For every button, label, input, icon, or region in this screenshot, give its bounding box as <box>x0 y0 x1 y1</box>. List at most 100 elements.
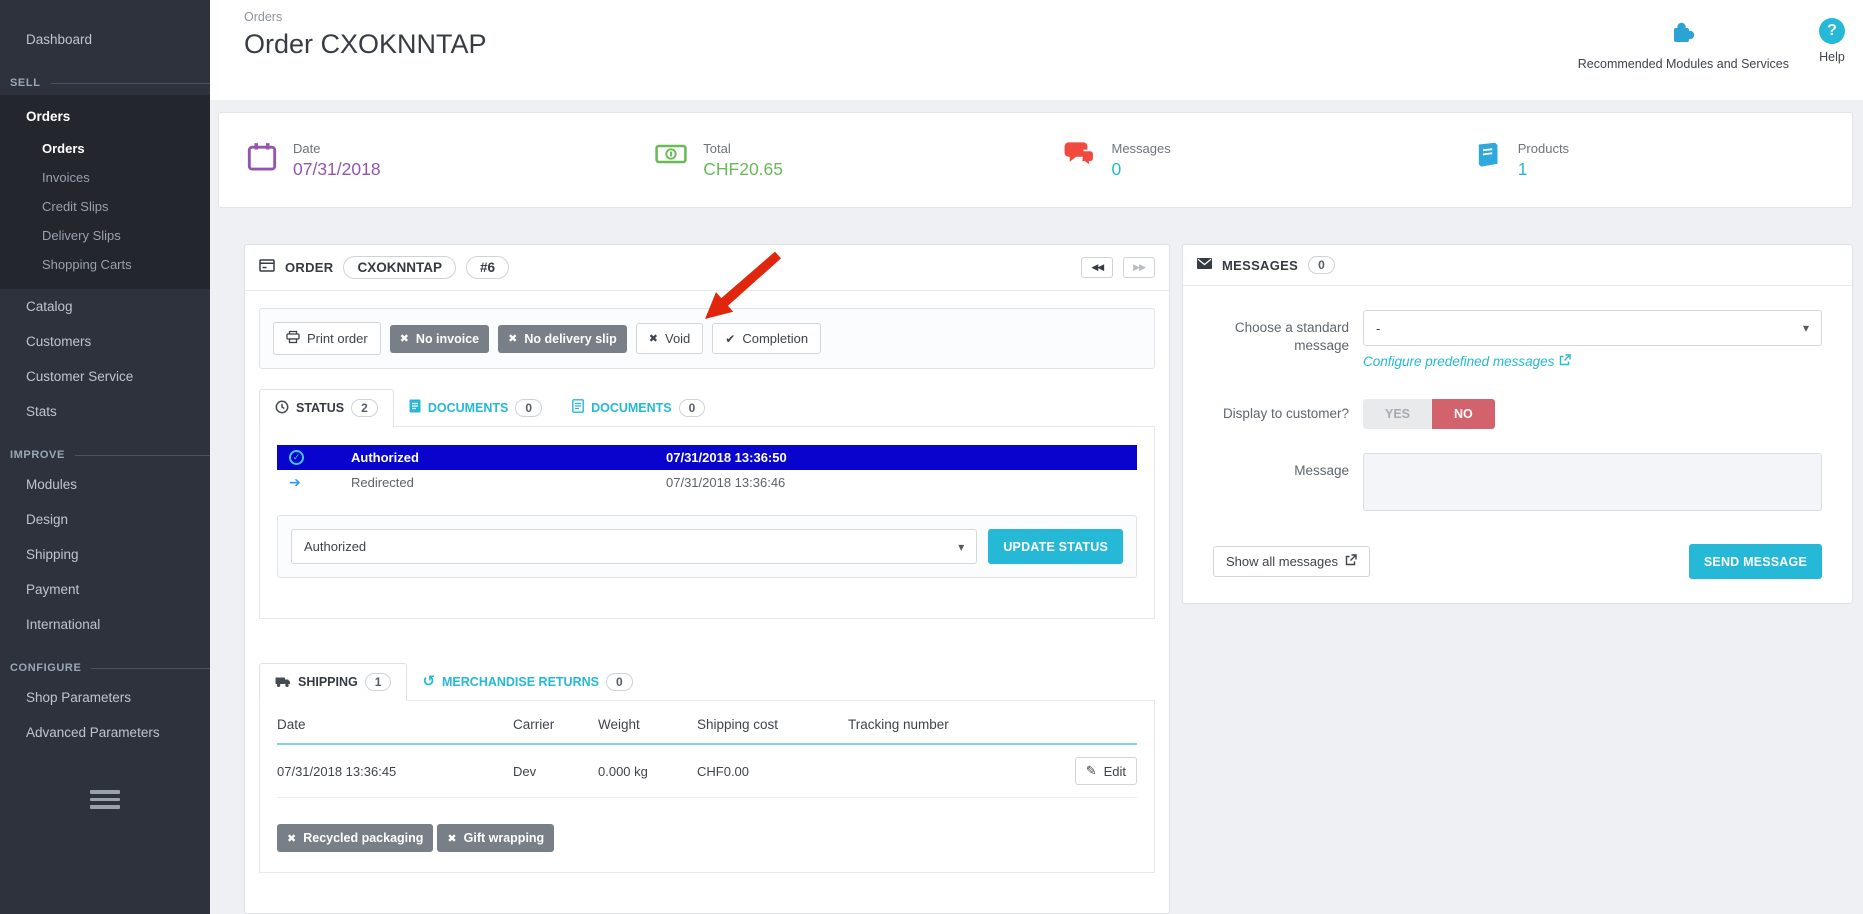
void-button[interactable]: ✖ Void <box>636 323 704 354</box>
messages-count-badge: 0 <box>1308 256 1335 274</box>
standard-message-select[interactable]: - ▾ <box>1363 310 1822 346</box>
toggle-yes[interactable]: YES <box>1363 399 1432 429</box>
sidebar: Dashboard SELL Orders Orders Invoices Cr… <box>0 0 210 914</box>
show-all-messages-button[interactable]: Show all messages <box>1213 546 1370 577</box>
collapse-menu-icon[interactable] <box>89 790 121 809</box>
sidebar-item-payment[interactable]: Payment <box>0 572 210 607</box>
sidebar-subitem-orders[interactable]: Orders <box>0 134 210 163</box>
truck-icon <box>275 674 291 691</box>
chevron-down-icon: ▾ <box>1803 321 1809 335</box>
recommended-modules-link[interactable]: Recommended Modules and Services <box>1578 18 1789 71</box>
document-outline-icon <box>572 399 584 416</box>
sidebar-subitem-delivery-slips[interactable]: Delivery Slips <box>0 221 210 250</box>
message-textarea[interactable] <box>1363 453 1822 511</box>
return-arrow-icon: ↺ <box>422 674 435 689</box>
configure-predefined-messages-link[interactable]: Configure predefined messages <box>1363 354 1571 369</box>
x-icon: ✖ <box>447 832 456 845</box>
shipping-cost: CHF0.00 <box>697 764 848 779</box>
pencil-icon: ✎ <box>1086 763 1097 779</box>
tab-documents-2[interactable]: DOCUMENTS 0 <box>557 389 720 426</box>
status-select[interactable]: Authorized ▾ <box>291 529 977 564</box>
recycled-packaging-badge: ✖ Recycled packaging <box>277 824 433 852</box>
shipping-carrier: Dev <box>513 764 598 779</box>
sidebar-item-customers[interactable]: Customers <box>0 324 210 359</box>
sidebar-item-orders[interactable]: Orders <box>0 99 210 134</box>
tab-merchandise-returns[interactable]: ↺ MERCHANDISE RETURNS 0 <box>407 663 647 700</box>
help-icon: ? <box>1819 18 1845 44</box>
sidebar-item-catalog[interactable]: Catalog <box>0 289 210 324</box>
print-order-button[interactable]: Print order <box>273 322 381 355</box>
divider <box>91 668 210 669</box>
next-order-button[interactable]: ▶▶ <box>1123 257 1155 278</box>
order-panel: ORDER CXOKNNTAP #6 ◀◀ ▶▶ Print order <box>244 244 1170 914</box>
puzzle-icon <box>1668 18 1698 51</box>
chat-bubbles-icon <box>1064 141 1096 174</box>
kpi-messages-value: 0 <box>1112 159 1171 180</box>
sidebar-section-sell: SELL <box>10 77 210 89</box>
page-header: Orders Order CXOKNNTAP Recommended Modul… <box>210 0 1863 100</box>
tab-status[interactable]: STATUS 2 <box>259 389 394 427</box>
banknote-icon <box>655 141 687 172</box>
shipping-date: 07/31/2018 13:36:45 <box>277 764 513 779</box>
edit-shipping-button[interactable]: ✎ Edit <box>1075 757 1137 785</box>
completion-button[interactable]: ✔ Completion <box>712 323 821 354</box>
sidebar-group-orders: Orders Orders Invoices Credit Slips Deli… <box>0 95 210 289</box>
shipping-weight: 0.000 kg <box>598 764 697 779</box>
order-actions-box: Print order ✖ No invoice ✖ No delivery s… <box>259 308 1155 369</box>
shipping-tab-content: Date Carrier Weight Shipping cost Tracki… <box>259 700 1155 873</box>
toggle-no[interactable]: NO <box>1432 399 1495 429</box>
documents-count-badge: 0 <box>515 399 542 417</box>
sidebar-subitem-shopping-carts[interactable]: Shopping Carts <box>0 250 210 279</box>
book-icon <box>1472 141 1502 174</box>
no-invoice-badge: ✖ No invoice <box>390 325 489 353</box>
shipping-table-row: 07/31/2018 13:36:45 Dev 0.000 kg CHF0.00… <box>277 745 1137 798</box>
messages-panel: MESSAGES 0 Choose a standard message - ▾… <box>1182 244 1853 604</box>
chevron-down-icon: ▾ <box>958 540 964 554</box>
tab-documents-1[interactable]: DOCUMENTS 0 <box>394 389 557 426</box>
display-to-customer-label: Display to customer? <box>1213 397 1363 429</box>
sidebar-item-shipping[interactable]: Shipping <box>0 537 210 572</box>
send-message-button[interactable]: SEND MESSAGE <box>1689 544 1822 579</box>
status-name: Authorized <box>351 450 666 465</box>
no-delivery-slip-badge: ✖ No delivery slip <box>498 325 627 353</box>
sidebar-item-shop-parameters[interactable]: Shop Parameters <box>0 680 210 715</box>
divider <box>51 83 210 84</box>
display-to-customer-toggle: YES NO <box>1363 399 1495 429</box>
sidebar-subitem-credit-slips[interactable]: Credit Slips <box>0 192 210 221</box>
sidebar-item-international[interactable]: International <box>0 607 210 642</box>
sidebar-item-design[interactable]: Design <box>0 502 210 537</box>
clock-icon <box>275 400 289 417</box>
status-tab-content: ✓ Authorized 07/31/2018 13:36:50 ➔ Redir… <box>259 426 1155 619</box>
kpi-date-value: 07/31/2018 <box>293 159 381 180</box>
x-icon: ✖ <box>400 332 409 345</box>
sidebar-item-stats[interactable]: Stats <box>0 394 210 429</box>
kpi-products: Products 1 <box>1444 141 1852 180</box>
documents-count-badge: 0 <box>679 399 706 417</box>
printer-icon <box>286 330 300 347</box>
messages-panel-title: MESSAGES <box>1222 258 1298 273</box>
previous-order-button[interactable]: ◀◀ <box>1081 257 1113 278</box>
sidebar-item-dashboard[interactable]: Dashboard <box>0 22 210 57</box>
sidebar-item-modules[interactable]: Modules <box>0 467 210 502</box>
status-date: 07/31/2018 13:36:50 <box>666 450 787 465</box>
calendar-icon <box>247 141 277 178</box>
standard-message-label: Choose a standard message <box>1213 310 1363 371</box>
envelope-icon <box>1197 256 1212 274</box>
shipping-table-header: Date Carrier Weight Shipping cost Tracki… <box>277 701 1137 745</box>
kpi-date: Date 07/31/2018 <box>219 141 627 180</box>
sidebar-item-advanced-parameters[interactable]: Advanced Parameters <box>0 715 210 750</box>
breadcrumb[interactable]: Orders <box>244 10 487 24</box>
external-link-icon <box>1559 354 1571 369</box>
external-link-icon <box>1345 554 1357 569</box>
order-reference-badge: CXOKNNTAP <box>343 256 456 279</box>
shipping-count-badge: 1 <box>365 673 392 691</box>
tab-shipping[interactable]: SHIPPING 1 <box>259 663 407 701</box>
kpi-bar: Date 07/31/2018 Total CHF20.65 Message <box>218 112 1853 208</box>
sidebar-subitem-invoices[interactable]: Invoices <box>0 163 210 192</box>
help-link[interactable]: ? Help <box>1819 18 1845 64</box>
kpi-total-value: CHF20.65 <box>703 159 783 180</box>
page-title: Order CXOKNNTAP <box>244 29 487 60</box>
arrow-right-icon: ➔ <box>289 474 301 491</box>
sidebar-item-customer-service[interactable]: Customer Service <box>0 359 210 394</box>
update-status-button[interactable]: UPDATE STATUS <box>988 529 1123 564</box>
